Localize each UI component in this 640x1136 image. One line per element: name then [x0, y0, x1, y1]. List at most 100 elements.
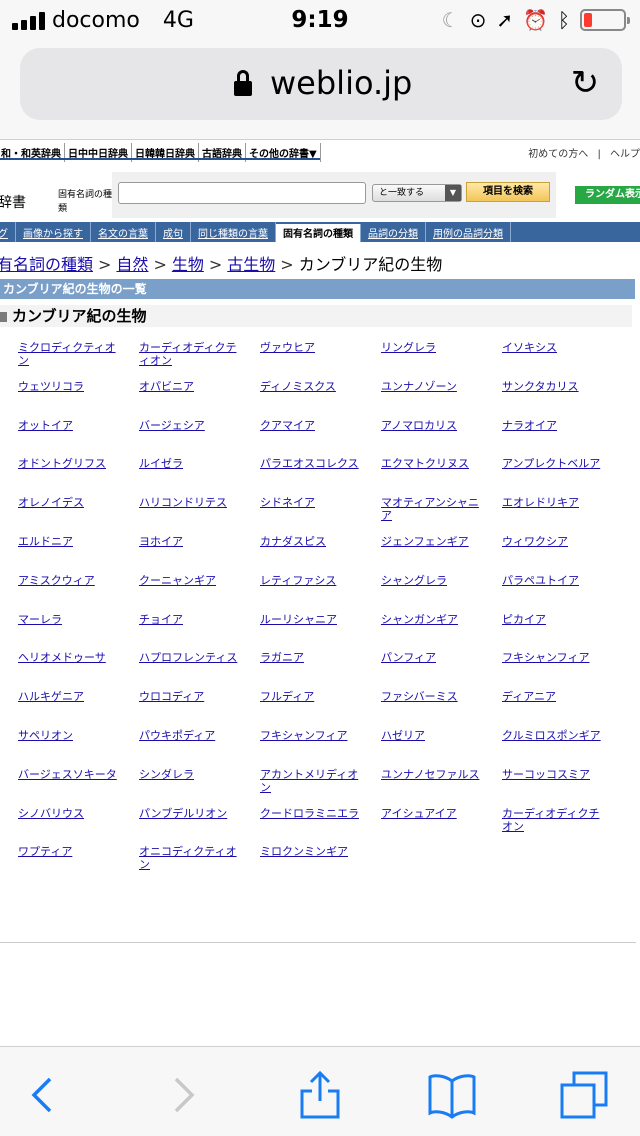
section-title-text: カンブリア紀の生物 — [12, 307, 147, 325]
nav-item-famous-quotes[interactable]: 名文の言葉 — [91, 222, 156, 242]
organism-link[interactable]: ピカイア — [502, 613, 623, 652]
organism-link[interactable]: マオティアンシャニア — [381, 496, 502, 535]
organism-link[interactable]: バージェシア — [139, 419, 260, 458]
organism-link[interactable]: パンフィア — [381, 651, 502, 690]
organism-link[interactable]: ハルキゲニア — [18, 690, 139, 729]
organism-link[interactable]: クーニャンギア — [139, 574, 260, 613]
organism-link[interactable]: ヴァウヒア — [260, 341, 381, 380]
organism-link[interactable]: ハゼリア — [381, 729, 502, 768]
breadcrumb-nature[interactable]: 自然 — [116, 255, 148, 274]
organism-link[interactable]: ヨホイア — [139, 535, 260, 574]
organism-link[interactable]: ウィワクシア — [502, 535, 623, 574]
organism-link[interactable]: アミスクウィア — [18, 574, 139, 613]
organism-link[interactable]: イソキシス — [502, 341, 623, 380]
nav-item-same-type-words[interactable]: 同じ種類の言葉 — [191, 222, 276, 242]
organism-link[interactable]: ルーリシャニア — [260, 613, 381, 652]
alarm-icon: ⏰ — [523, 8, 548, 32]
organism-link[interactable]: マーレラ — [18, 613, 139, 652]
organism-link[interactable]: パウキポディア — [139, 729, 260, 768]
organism-link[interactable]: エオレドリキア — [502, 496, 623, 535]
organism-link[interactable]: サンクタカリス — [502, 380, 623, 419]
breadcrumb-organisms[interactable]: 生物 — [172, 255, 204, 274]
organism-link[interactable]: シャンガンギア — [381, 613, 502, 652]
random-display-button[interactable]: ランダム表示 — [575, 186, 640, 204]
nav-item-partial[interactable]: グ — [0, 222, 16, 242]
organism-link[interactable]: バージェスソキータ — [18, 768, 139, 807]
organism-link[interactable]: アンプレクトベルア — [502, 457, 623, 496]
organism-link[interactable]: フキシャンフィア — [260, 729, 381, 768]
organism-link[interactable]: アノマロカリス — [381, 419, 502, 458]
nav-item-example-pos[interactable]: 用例の品詞分類 — [426, 222, 511, 242]
organism-link[interactable]: オパビニア — [139, 380, 260, 419]
organism-link[interactable]: フルディア — [260, 690, 381, 729]
organism-link[interactable]: オットイア — [18, 419, 139, 458]
organism-link[interactable]: オニコディクティオン — [139, 845, 260, 884]
organism-link[interactable]: カーディオディクチオン — [502, 807, 623, 846]
reload-icon[interactable]: ↻ — [566, 64, 604, 102]
nav-item-proper-noun-types[interactable]: 固有名詞の種類 — [276, 224, 361, 242]
organism-link[interactable]: シンダレラ — [139, 768, 260, 807]
list-heading: カンブリア紀の生物の一覧 — [0, 279, 635, 299]
organism-link[interactable]: サペリオン — [18, 729, 139, 768]
search-button[interactable]: 項目を検索 — [466, 182, 550, 202]
breadcrumb-paleontology[interactable]: 古生物 — [227, 255, 275, 274]
organism-link[interactable]: シャングレラ — [381, 574, 502, 613]
organism-link[interactable]: ラガニア — [260, 651, 381, 690]
organism-link[interactable]: ヘリオメドゥーサ — [18, 651, 139, 690]
organism-link[interactable]: ディアニア — [502, 690, 623, 729]
organism-link[interactable]: アイシュアイア — [381, 807, 502, 846]
status-bar: docomo 4G 9:19 ☾ ⊙ ➚ ⏰ ᛒ — [0, 0, 640, 42]
site-logo[interactable]: 辞書 — [0, 192, 26, 212]
tabs-icon[interactable] — [560, 1071, 608, 1119]
organism-link[interactable]: ユンナノゾーン — [381, 380, 502, 419]
organism-link[interactable]: フキシャンフィア — [502, 651, 623, 690]
organism-link[interactable]: オレノイデス — [18, 496, 139, 535]
match-type-select[interactable]: と一致する ▼ — [372, 184, 462, 202]
organism-link[interactable]: ジェンフェンギア — [381, 535, 502, 574]
organism-link[interactable]: ディノミスクス — [260, 380, 381, 419]
organism-link[interactable]: シノバリウス — [18, 807, 139, 846]
address-bar[interactable]: weblio.jp ↻ — [20, 48, 622, 120]
battery-level — [584, 13, 592, 27]
organism-link[interactable]: カーディオディクティオン — [139, 341, 260, 380]
organism-link[interactable]: ミクロディクティオン — [18, 341, 139, 380]
organism-link[interactable]: ナラオイア — [502, 419, 623, 458]
organism-link[interactable]: サーコッコスミア — [502, 768, 623, 807]
share-icon[interactable] — [296, 1070, 344, 1119]
organism-link[interactable]: オドントグリフス — [18, 457, 139, 496]
organism-link[interactable]: エクマトクリヌス — [381, 457, 502, 496]
organism-link[interactable]: パンブデルリオン — [139, 807, 260, 846]
organism-link[interactable]: カナダスピス — [260, 535, 381, 574]
organism-link[interactable]: パラペユトイア — [502, 574, 623, 613]
organism-link[interactable]: ユンナノセファルス — [381, 768, 502, 807]
help-link[interactable]: ヘルプ — [610, 149, 640, 160]
breadcrumb-proper-noun-types[interactable]: 有名詞の種類 — [0, 255, 93, 274]
organism-link[interactable]: クードロラミニエラ — [260, 807, 381, 846]
nav-item-idioms[interactable]: 成句 — [156, 222, 191, 242]
organism-link[interactable]: クアマイア — [260, 419, 381, 458]
search-input[interactable] — [118, 182, 366, 204]
organism-link[interactable]: シドネイア — [260, 496, 381, 535]
organism-link[interactable]: ミロクンミンギア — [260, 845, 381, 884]
dropdown-arrow-icon: ▼ — [445, 185, 461, 201]
organism-link[interactable]: ウェツリコラ — [18, 380, 139, 419]
organism-link[interactable]: ハリコンドリテス — [139, 496, 260, 535]
organism-link[interactable]: エルドニア — [18, 535, 139, 574]
organism-link[interactable]: ファシバーミス — [381, 690, 502, 729]
organism-link[interactable]: ルイゼラ — [139, 457, 260, 496]
organism-link[interactable]: ワプティア — [18, 845, 139, 884]
organism-link[interactable]: アカントメリディオン — [260, 768, 381, 807]
organism-link[interactable]: チョイア — [139, 613, 260, 652]
organism-link[interactable]: レティファシス — [260, 574, 381, 613]
nav-item-parts-of-speech[interactable]: 品詞の分類 — [361, 222, 426, 242]
organism-link[interactable]: リングレラ — [381, 341, 502, 380]
back-icon[interactable] — [20, 1071, 68, 1119]
forward-icon[interactable] — [158, 1071, 206, 1119]
beginner-link[interactable]: 初めての方へ — [528, 149, 588, 160]
bookmarks-icon[interactable] — [428, 1071, 476, 1119]
organism-link[interactable]: クルミロスポンギア — [502, 729, 623, 768]
organism-link[interactable]: パラエオスコレクス — [260, 457, 381, 496]
organism-link[interactable]: ハプロフレンティス — [139, 651, 260, 690]
organism-link[interactable]: ウロコディア — [139, 690, 260, 729]
nav-item-image-search[interactable]: 画像から探す — [16, 222, 91, 242]
